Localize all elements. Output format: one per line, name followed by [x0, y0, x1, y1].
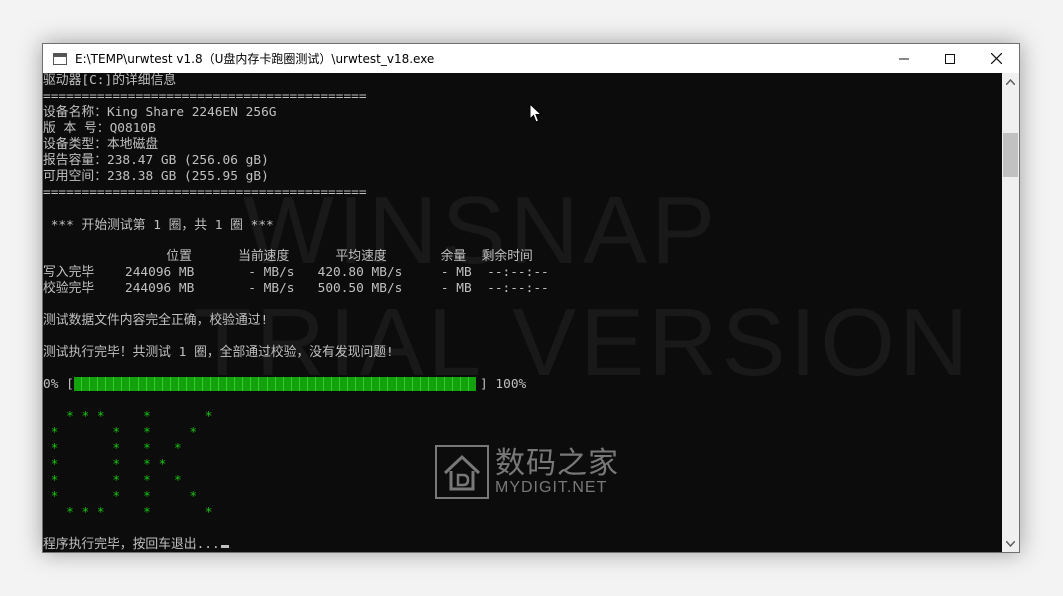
logo-english-text: MYDIGIT.NET: [495, 479, 608, 496]
test-start-line: *** 开始测试第 1 圈，共 1 圈 ***: [43, 218, 274, 233]
house-logo-icon: [435, 445, 489, 499]
ok-art-line: * * * *: [43, 425, 198, 440]
ok-art-line: * * * * *: [43, 505, 213, 520]
text-cursor: [220, 545, 229, 548]
logo-chinese-text: 数码之家: [495, 446, 619, 481]
progress-segment: [98, 377, 107, 391]
progress-segment: [106, 377, 115, 391]
ok-art-line: * * * *: [43, 441, 182, 456]
ok-art-line: * * * *: [43, 489, 198, 504]
window-title: E:\TEMP\urwtest v1.8（U盘内存卡跑圈测试）\urwtest_…: [75, 52, 435, 66]
device-type-line: 设备类型：本地磁盘: [43, 137, 159, 152]
ok-art-line: * * * *: [43, 457, 167, 472]
scroll-down-arrow-icon: [1006, 540, 1015, 547]
reported-capacity-line: 报告容量：238.47 GB (256.06 gB): [43, 153, 269, 168]
site-logo: 数码之家 MYDIGIT.NET: [435, 445, 619, 499]
title-bar[interactable]: E:\TEMP\urwtest v1.8（U盘内存卡跑圈测试）\urwtest_…: [43, 44, 1019, 73]
vertical-scrollbar[interactable]: [1002, 73, 1019, 552]
console-window: E:\TEMP\urwtest v1.8（U盘内存卡跑圈测试）\urwtest_…: [42, 43, 1020, 553]
scroll-up-button[interactable]: [1002, 73, 1019, 90]
progress-segment: [171, 377, 179, 391]
progress-start-label: 0% [: [43, 377, 74, 392]
progress-segment: [122, 377, 131, 391]
minimize-icon: [899, 58, 909, 59]
drive-header: 驱动器[C:]的详细信息: [43, 73, 177, 88]
window-controls: [881, 44, 1019, 73]
watermark-line-2: TRIAL VERSION: [193, 289, 973, 396]
progress-segment: [90, 377, 99, 391]
progress-segment: [155, 377, 163, 391]
close-button[interactable]: [973, 44, 1019, 73]
device-name-line: 设备名称：King Share 2246EN 256G: [43, 105, 277, 120]
progress-segment: [130, 377, 139, 391]
progress-segment: [163, 377, 171, 391]
ok-art-line: * * * * *: [43, 409, 213, 424]
exit-prompt-line: 程序执行完毕，按回车退出...: [43, 537, 229, 552]
mouse-pointer-icon: [529, 103, 542, 123]
maximize-button[interactable]: [927, 44, 973, 73]
maximize-icon: [945, 53, 955, 64]
scroll-down-button[interactable]: [1002, 535, 1019, 552]
scroll-up-arrow-icon: [1006, 78, 1015, 85]
ok-art-line: * * * *: [43, 473, 182, 488]
progress-segment: [179, 377, 187, 391]
progress-segment: [147, 377, 155, 391]
progress-segment: [114, 377, 123, 391]
minimize-button[interactable]: [881, 44, 927, 73]
console-app-icon: [53, 52, 67, 65]
close-icon: [990, 53, 1002, 64]
progress-segment: [82, 377, 91, 391]
scrollbar-thumb[interactable]: [1003, 133, 1018, 177]
progress-segment: [74, 377, 83, 391]
progress-segment: [139, 377, 147, 391]
watermark-line-1: WINSNAP: [243, 177, 720, 284]
separator-line: ========================================…: [43, 89, 367, 104]
available-space-line: 可用空间：238.38 GB (255.95 gB): [43, 169, 269, 184]
console-output[interactable]: 驱动器[C:]的详细信息 ===========================…: [43, 73, 1004, 552]
version-line: 版 本 号：Q0810B: [43, 121, 156, 136]
exit-prompt: 程序执行完毕，按回车退出...: [43, 537, 220, 552]
